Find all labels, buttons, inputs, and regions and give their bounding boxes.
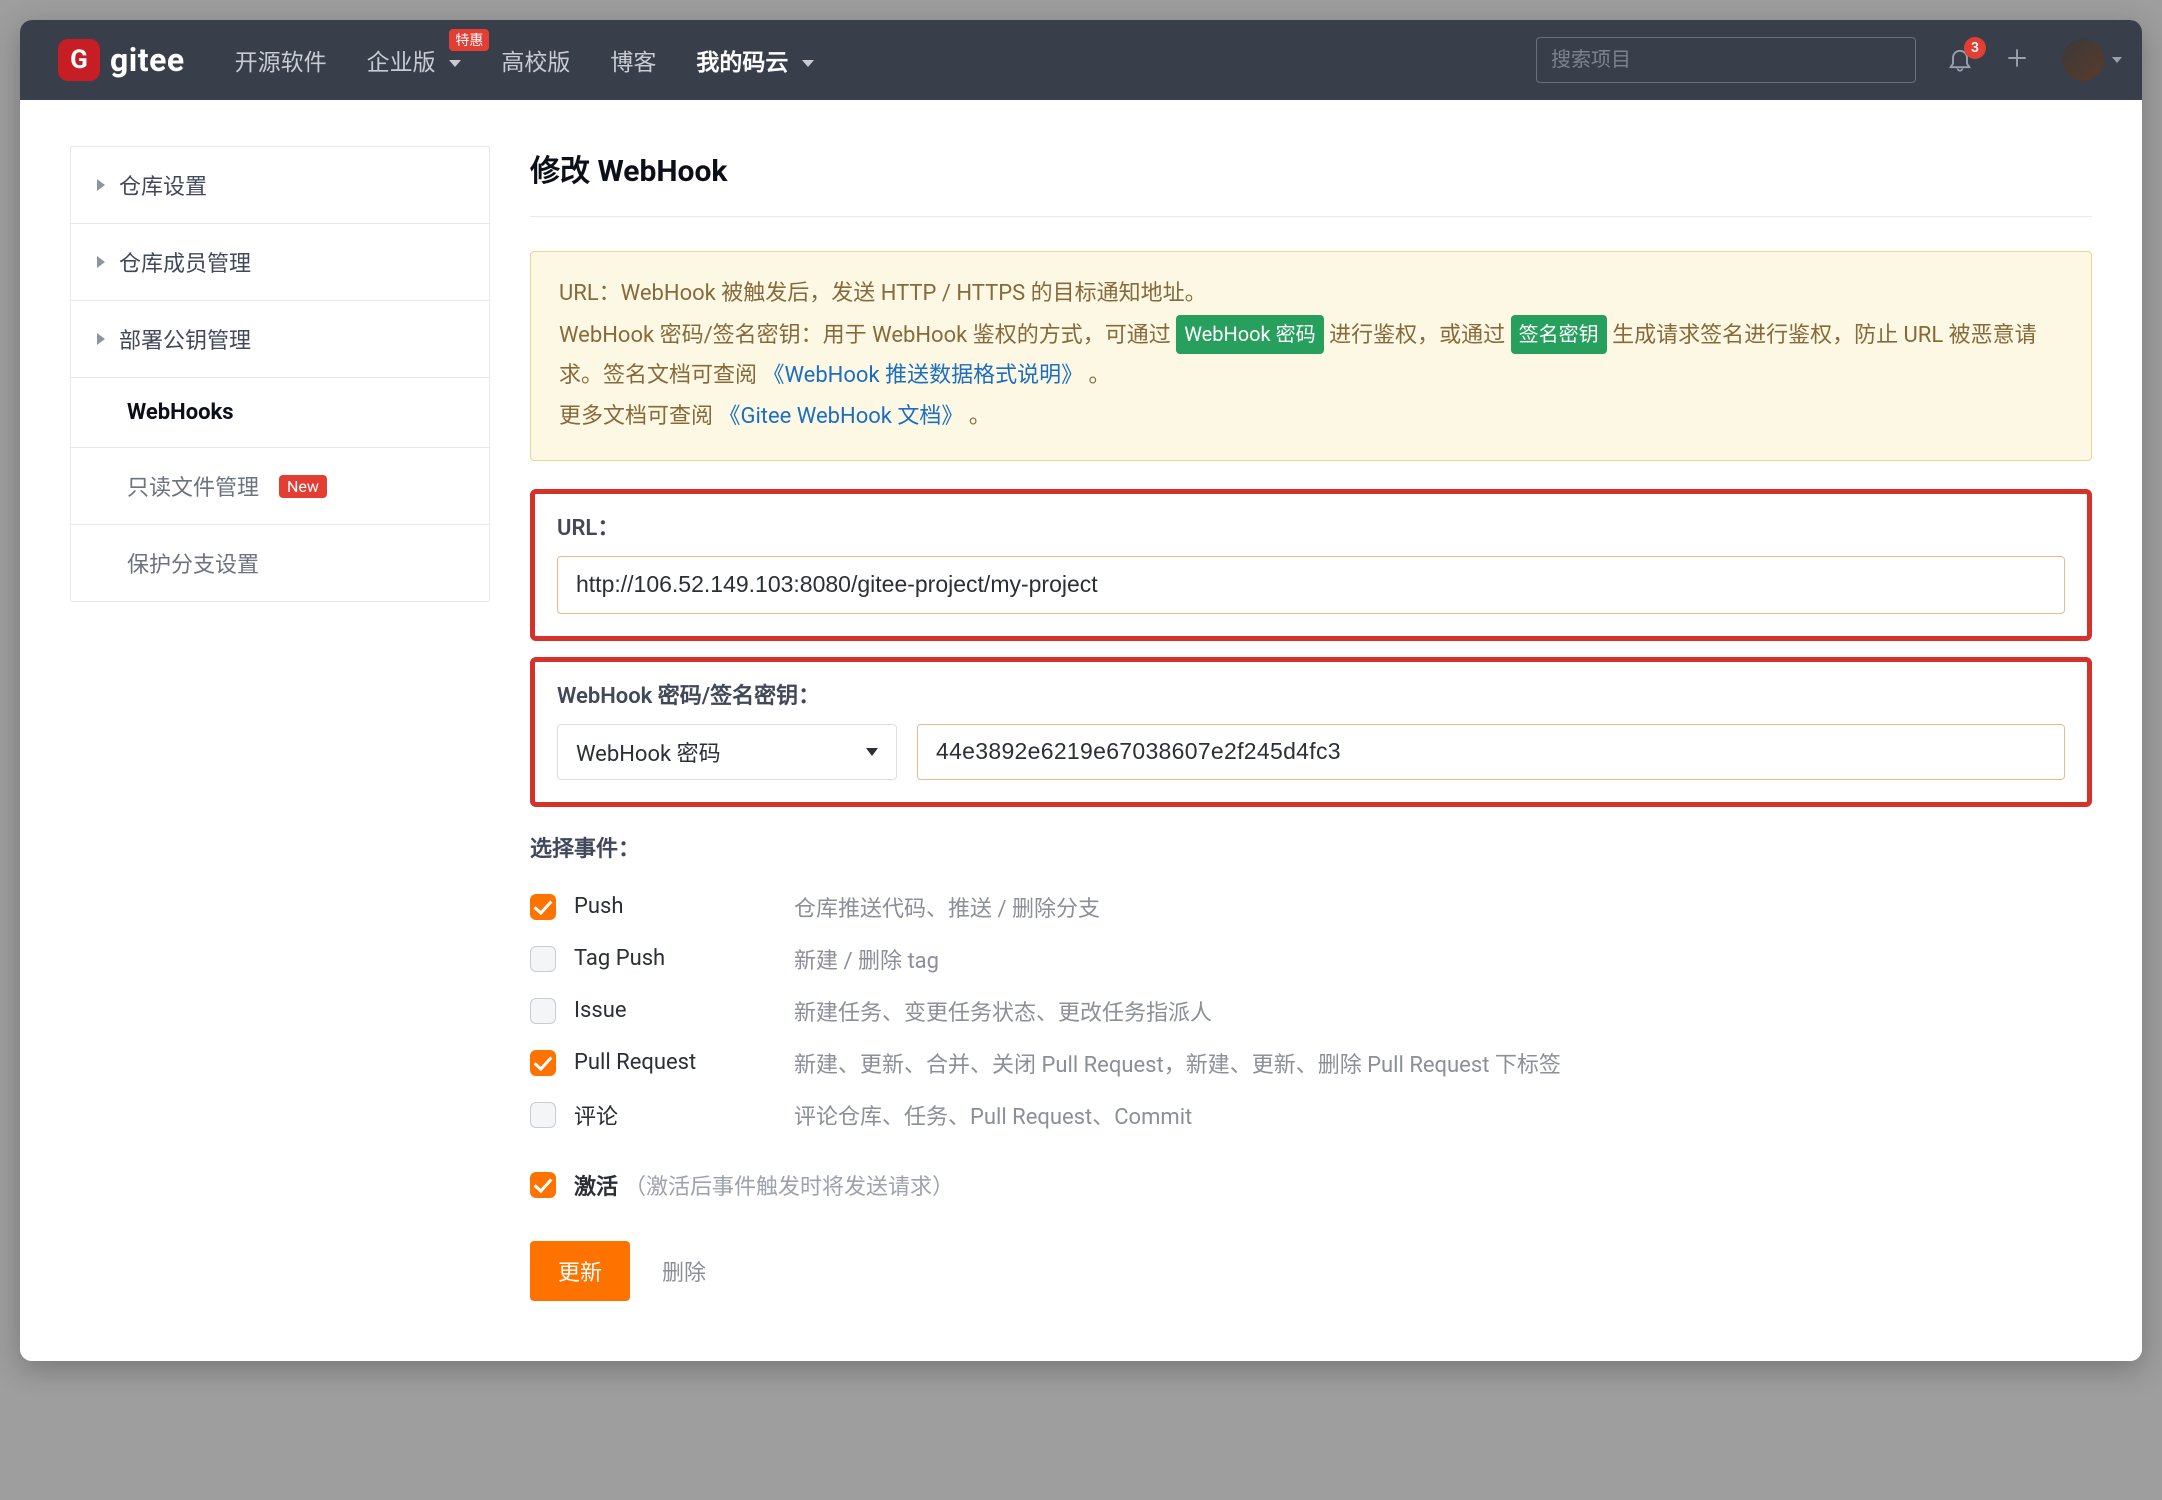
event-name: Tag Push	[574, 946, 794, 971]
events-label: 选择事件：	[530, 831, 2092, 863]
sidebar-item-label: 只读文件管理	[127, 470, 259, 502]
info-line-secret: WebHook 密码/签名密钥：用于 WebHook 鉴权的方式，可通过 Web…	[559, 315, 2063, 397]
event-desc: 仓库推送代码、推送 / 删除分支	[794, 891, 1100, 923]
info-text: 进行鉴权，或通过	[1329, 323, 1510, 348]
notification-count: 3	[1964, 37, 1986, 59]
sidebar: 仓库设置 仓库成员管理 部署公钥管理 WebHooks 只读文件管理 New 保…	[70, 146, 490, 602]
event-desc: 新建、更新、合并、关闭 Pull Request，新建、更新、删除 Pull R…	[794, 1047, 1561, 1079]
pill-sign-key: 签名密钥	[1511, 315, 1607, 354]
checkbox-event[interactable]	[530, 1050, 556, 1076]
logo-icon: G	[58, 39, 100, 81]
doc-link-webhook[interactable]: 《Gitee WebHook 文档》	[718, 404, 963, 429]
url-label: URL：	[557, 510, 2065, 542]
event-desc: 新建任务、变更任务状态、更改任务指派人	[794, 995, 1212, 1027]
sidebar-item-branch-protect[interactable]: 保护分支设置	[71, 525, 489, 601]
update-button[interactable]: 更新	[530, 1241, 630, 1301]
info-text: 。	[1089, 363, 1111, 388]
info-line-url: URL：WebHook 被触发后，发送 HTTP / HTTPS 的目标通知地址…	[559, 274, 2063, 315]
highlight-frame-url: URL：	[530, 489, 2092, 641]
pill-webhook-password: WebHook 密码	[1176, 315, 1323, 354]
event-name: 评论	[574, 1099, 794, 1131]
checkbox-event[interactable]	[530, 1102, 556, 1128]
sidebar-group-label: 仓库设置	[119, 169, 207, 201]
search-input[interactable]	[1536, 37, 1916, 83]
sidebar-item-label: WebHooks	[127, 400, 234, 425]
checkbox-event[interactable]	[530, 946, 556, 972]
caret-icon	[97, 179, 105, 191]
event-name: Push	[574, 894, 794, 919]
activate-label: 激活	[574, 1169, 618, 1201]
highlight-frame-secret: WebHook 密码/签名密钥： WebHook 密码	[530, 657, 2092, 807]
nav-campus[interactable]: 高校版	[501, 43, 570, 77]
sidebar-group-label: 部署公钥管理	[119, 323, 251, 355]
sidebar-group-label: 仓库成员管理	[119, 246, 251, 278]
sidebar-group-deploy-keys[interactable]: 部署公钥管理	[71, 301, 489, 378]
logo-text: gitee	[110, 41, 185, 79]
event-row: Pull Request新建、更新、合并、关闭 Pull Request，新建、…	[530, 1037, 2092, 1089]
secret-label: WebHook 密码/签名密钥：	[557, 678, 2065, 710]
main: 修改 WebHook URL：WebHook 被触发后，发送 HTTP / HT…	[530, 146, 2092, 1301]
checkbox-event[interactable]	[530, 998, 556, 1024]
bell-icon[interactable]: 3	[1946, 45, 1976, 75]
chevron-down-icon	[866, 748, 878, 756]
event-name: Pull Request	[574, 1050, 794, 1075]
event-desc: 评论仓库、任务、Pull Request、Commit	[794, 1099, 1192, 1131]
plus-icon[interactable]	[2004, 45, 2034, 75]
info-text: WebHook 密码/签名密钥：用于 WebHook 鉴权的方式，可通过	[559, 323, 1176, 348]
event-row: Issue新建任务、变更任务状态、更改任务指派人	[530, 985, 2092, 1037]
event-row: Push仓库推送代码、推送 / 删除分支	[530, 881, 2092, 933]
sidebar-item-webhooks[interactable]: WebHooks	[71, 378, 489, 448]
doc-link-format[interactable]: 《WebHook 推送数据格式说明》	[762, 363, 1083, 388]
new-badge: New	[279, 475, 327, 498]
checkbox-event[interactable]	[530, 894, 556, 920]
activate-hint: （激活后事件触发时将发送请求）	[624, 1169, 954, 1201]
nav-my[interactable]: 我的码云	[696, 43, 814, 77]
info-text: 。	[969, 404, 991, 429]
event-name: Issue	[574, 998, 794, 1023]
info-box: URL：WebHook 被触发后，发送 HTTP / HTTPS 的目标通知地址…	[530, 251, 2092, 461]
event-desc: 新建 / 删除 tag	[794, 943, 939, 975]
secret-input[interactable]	[917, 724, 2065, 780]
caret-icon	[97, 333, 105, 345]
nav-enterprise-label: 企业版	[367, 49, 436, 76]
delete-button[interactable]: 删除	[662, 1255, 706, 1287]
divider	[530, 216, 2092, 217]
logo[interactable]: G gitee	[58, 39, 185, 81]
sidebar-item-readonly[interactable]: 只读文件管理 New	[71, 448, 489, 525]
nav-my-label: 我的码云	[696, 49, 788, 76]
sidebar-group-repo-settings[interactable]: 仓库设置	[71, 147, 489, 224]
secret-type-value: WebHook 密码	[576, 736, 721, 768]
info-text: 更多文档可查阅	[559, 404, 718, 429]
topbar: G gitee 开源软件 企业版 特惠 高校版 博客 我的码云 3	[20, 20, 2142, 100]
top-nav: 开源软件 企业版 特惠 高校版 博客 我的码云	[235, 43, 814, 77]
nav-blog[interactable]: 博客	[610, 43, 656, 77]
sidebar-item-label: 保护分支设置	[127, 547, 259, 579]
page-title: 修改 WebHook	[530, 146, 2092, 190]
checkbox-activate[interactable]	[530, 1172, 556, 1198]
avatar[interactable]	[2062, 39, 2104, 81]
nav-open-source[interactable]: 开源软件	[235, 43, 327, 77]
secret-type-select[interactable]: WebHook 密码	[557, 724, 897, 780]
url-input[interactable]	[557, 556, 2065, 614]
event-row: 评论评论仓库、任务、Pull Request、Commit	[530, 1089, 2092, 1141]
caret-icon	[97, 256, 105, 268]
nav-enterprise-promo: 特惠	[449, 29, 489, 51]
nav-enterprise[interactable]: 企业版 特惠	[367, 43, 462, 77]
sidebar-group-members[interactable]: 仓库成员管理	[71, 224, 489, 301]
event-row: Tag Push新建 / 删除 tag	[530, 933, 2092, 985]
info-line-more: 更多文档可查阅 《Gitee WebHook 文档》 。	[559, 397, 2063, 438]
